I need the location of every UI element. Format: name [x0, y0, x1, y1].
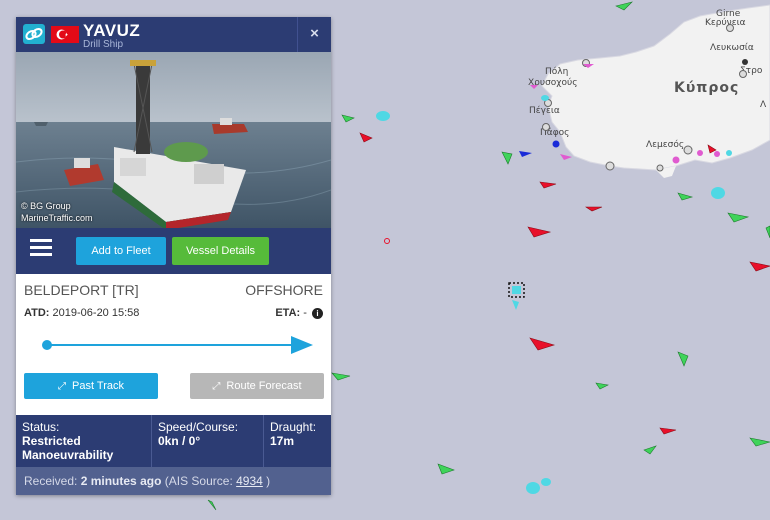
eta-label: ETA: — [275, 307, 301, 319]
ais-source-label: (AIS Source: — [164, 474, 233, 488]
ais-source-link[interactable]: 4934 — [236, 474, 263, 488]
voyage-progress-line — [46, 344, 306, 346]
place-stro: Στρο — [740, 66, 763, 76]
vessel-photo[interactable]: © BG Group MarineTraffic.com — [16, 52, 331, 228]
place-lefkosia: Λευκωσία — [710, 43, 754, 53]
status-cell: Status: Restricted Manoeuvrability — [16, 415, 151, 467]
voyage-info: BELDEPORT [TR] OFFSHORE ATD: 2019-06-20 … — [16, 274, 331, 415]
past-track-button[interactable]: ⤢ Past Track — [24, 373, 158, 399]
speed-course-value: 0kn / 0° — [158, 434, 201, 448]
received-footer: Received: 2 minutes ago (AIS Source: 493… — [16, 467, 331, 495]
departure-port[interactable]: BELDEPORT [TR] — [24, 282, 139, 298]
route-forecast-label: Route Forecast — [226, 380, 302, 392]
place-lemesos: Λεμεσός — [646, 140, 685, 150]
received-label: Received: — [24, 474, 78, 488]
photo-credit: © BG Group MarineTraffic.com — [21, 201, 93, 223]
destination: OFFSHORE — [245, 282, 323, 298]
route-icon: ⤢ — [212, 381, 221, 392]
hamburger-menu-icon[interactable] — [30, 239, 52, 261]
place-pafos: Πάφος — [540, 128, 570, 138]
received-value: 2 minutes ago — [80, 474, 162, 488]
vessel-type: Drill Ship — [83, 39, 124, 50]
speed-course-label: Speed/Course: — [158, 420, 239, 434]
eta-value: - — [303, 307, 307, 319]
status-value: Restricted Manoeuvrability — [22, 434, 114, 462]
place-chrysochous: Χρυσοχούς — [528, 78, 578, 88]
turkey-flag-icon — [51, 26, 79, 43]
voyage-end-arrow — [291, 336, 313, 354]
info-icon[interactable]: i — [312, 307, 323, 319]
past-track-label: Past Track — [72, 380, 124, 392]
vessel-info-panel: YAVUZ Drill Ship × © BG Group MarineTraf… — [16, 17, 331, 495]
vessel-details-button[interactable]: Vessel Details — [172, 237, 269, 265]
place-kypros: Κύπρος — [674, 80, 740, 96]
status-label: Status: — [22, 420, 60, 434]
status-bar: Status: Restricted Manoeuvrability Speed… — [16, 415, 331, 467]
atd-row: ATD: 2019-06-20 15:58 — [24, 307, 139, 319]
voyage-start-dot — [42, 340, 52, 350]
atd-value: 2019-06-20 15:58 — [52, 307, 140, 319]
eta-row: ETA: - i — [275, 307, 323, 319]
panel-header: YAVUZ Drill Ship × — [16, 17, 331, 52]
link-icon[interactable] — [23, 24, 45, 44]
route-forecast-button[interactable]: ⤢ Route Forecast — [190, 373, 324, 399]
draught-cell: Draught: 17m — [263, 415, 331, 467]
place-lambda: Λ — [760, 100, 767, 110]
speed-course-cell: Speed/Course: 0kn / 0° — [151, 415, 263, 467]
place-polis: Πόλη — [545, 67, 569, 77]
place-pegeia: Πέγεια — [529, 106, 560, 116]
add-to-fleet-button[interactable]: Add to Fleet — [76, 237, 166, 265]
vessel-name: YAVUZ — [83, 21, 141, 40]
action-bar: Add to Fleet Vessel Details — [16, 228, 331, 274]
draught-value: 17m — [270, 434, 295, 448]
draught-label: Draught: — [270, 420, 317, 434]
place-keryneia: Κερύνεια — [705, 18, 746, 28]
close-button[interactable]: × — [297, 17, 331, 52]
track-icon: ⤢ — [58, 381, 67, 392]
atd-label: ATD: — [24, 307, 50, 319]
ais-source-close: ) — [266, 474, 271, 488]
